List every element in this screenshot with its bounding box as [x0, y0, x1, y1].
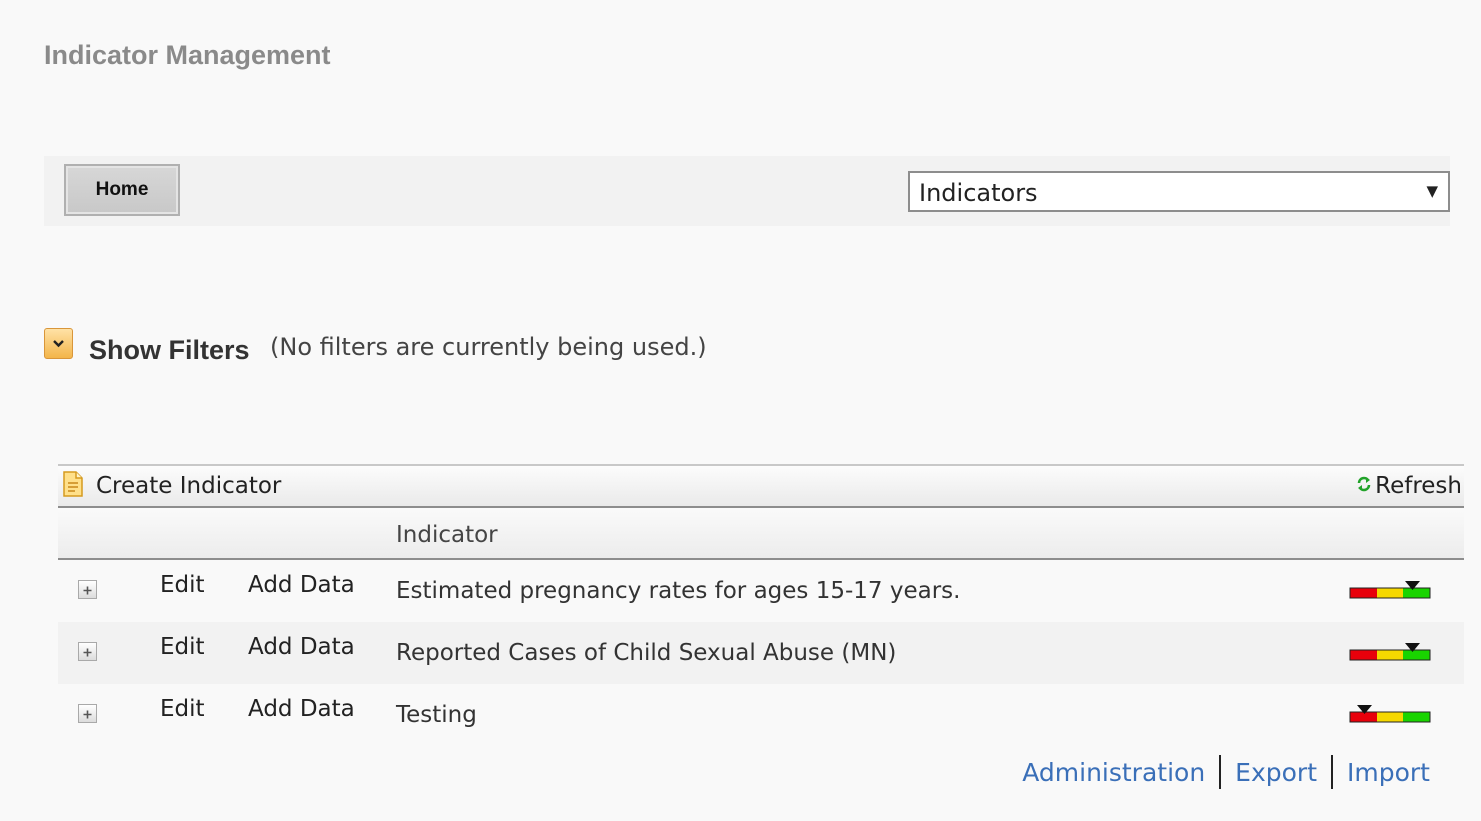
- grid-command-bar: Create Indicator Refresh: [58, 464, 1464, 508]
- link-divider: [1331, 755, 1334, 789]
- export-link[interactable]: Export: [1235, 758, 1317, 787]
- toolbar: Home Indicators ▼: [44, 156, 1450, 226]
- plus-icon: [83, 580, 92, 599]
- grid-header-row: Indicator: [58, 508, 1464, 560]
- create-indicator-button[interactable]: Create Indicator: [62, 471, 282, 501]
- status-gauge-icon: [1349, 704, 1431, 728]
- add-data-link[interactable]: Add Data: [248, 696, 355, 722]
- indicator-management-page: Indicator Management Home Indicators ▼ S…: [0, 0, 1481, 821]
- edit-link[interactable]: Edit: [160, 572, 205, 598]
- administration-link[interactable]: Administration: [1022, 758, 1205, 787]
- refresh-button[interactable]: Refresh: [1357, 472, 1462, 500]
- page-title: Indicator Management: [44, 40, 331, 70]
- home-button[interactable]: Home: [64, 164, 180, 216]
- plus-icon: [83, 704, 92, 723]
- indicator-name: Reported Cases of Child Sexual Abuse (MN…: [396, 640, 897, 666]
- expand-row-button[interactable]: [78, 642, 97, 661]
- expand-row-button[interactable]: [78, 704, 97, 723]
- show-filters-toggle[interactable]: [44, 328, 73, 359]
- expand-row-button[interactable]: [78, 580, 97, 599]
- table-row: Edit Add Data Estimated pregnancy rates …: [58, 560, 1464, 622]
- filters-status-note: (No filters are currently being used.): [270, 333, 707, 361]
- create-indicator-label: Create Indicator: [96, 473, 282, 499]
- plus-icon: [83, 642, 92, 661]
- add-data-link[interactable]: Add Data: [248, 634, 355, 660]
- table-row: Edit Add Data Reported Cases of Child Se…: [58, 622, 1464, 684]
- indicators-grid: Create Indicator Refresh Indicator Edit …: [58, 464, 1464, 746]
- indicator-name: Testing: [396, 702, 477, 728]
- status-gauge-icon: [1349, 580, 1431, 604]
- add-data-link[interactable]: Add Data: [248, 572, 355, 598]
- refresh-icon: [1357, 475, 1371, 497]
- column-header-indicator[interactable]: Indicator: [396, 522, 498, 548]
- edit-link[interactable]: Edit: [160, 696, 205, 722]
- footer-links: Administration Export Import: [1022, 755, 1430, 789]
- indicator-name: Estimated pregnancy rates for ages 15-17…: [396, 578, 961, 604]
- refresh-label: Refresh: [1375, 473, 1462, 499]
- edit-link[interactable]: Edit: [160, 634, 205, 660]
- show-filters-label[interactable]: Show Filters: [89, 335, 250, 366]
- status-gauge-icon: [1349, 642, 1431, 666]
- table-row: Edit Add Data Testing: [58, 684, 1464, 746]
- view-select-value: Indicators: [919, 179, 1038, 207]
- new-document-icon: [62, 471, 84, 501]
- dropdown-arrow-icon: ▼: [1426, 182, 1438, 200]
- link-divider: [1219, 755, 1222, 789]
- view-select[interactable]: Indicators ▼: [908, 171, 1450, 212]
- import-link[interactable]: Import: [1347, 758, 1430, 787]
- chevron-down-icon: [52, 339, 65, 348]
